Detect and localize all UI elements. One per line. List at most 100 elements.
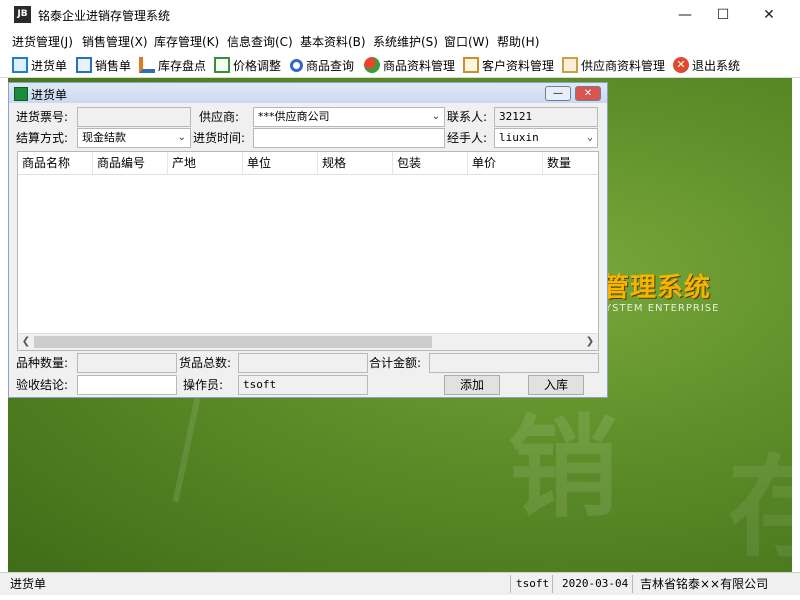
toolbar-product-data-button[interactable]: 商品资料管理: [364, 55, 455, 75]
toolbar-price-adjust-button[interactable]: 价格调整: [214, 55, 281, 75]
purchase-order-window: 进货单 — ✕ 进货票号: 供应商: ***供应商公司 ⌄ 联系人: 32121…: [8, 82, 608, 398]
child-minimize-button[interactable]: —: [545, 86, 571, 101]
chevron-down-icon: ⌄: [177, 132, 186, 143]
horizontal-scrollbar[interactable]: ❮ ❯: [18, 333, 598, 350]
supplier-select[interactable]: ***供应商公司 ⌄: [253, 107, 445, 127]
menu-sales[interactable]: 销售管理(X): [82, 33, 148, 50]
column-header[interactable]: 单价: [468, 152, 543, 174]
status-current-form: 进货单: [10, 577, 47, 591]
scrollbar-thumb[interactable]: [34, 336, 432, 348]
app-icon: JB: [14, 6, 31, 23]
column-header[interactable]: 单位: [243, 152, 318, 174]
toolbar-label: 商品资料管理: [383, 58, 456, 73]
goods-table[interactable]: 商品名称 商品编号 产地 单位 规格 包装 单价 数量 ❮ ❯: [17, 151, 599, 351]
background-decoration: 存: [728, 443, 792, 572]
supplier-label: 供应商:: [199, 110, 240, 124]
menu-inventory[interactable]: 库存管理(K): [154, 33, 219, 50]
toolbar-label: 商品查询: [306, 58, 355, 73]
supplier-data-icon: [562, 57, 578, 73]
chevron-down-icon: ⌄: [586, 132, 593, 143]
toolbar-customer-data-button[interactable]: 客户资料管理: [463, 55, 554, 75]
acceptance-label: 验收结论:: [16, 378, 69, 392]
column-header[interactable]: 包装: [393, 152, 468, 174]
purchase-order-window-titlebar[interactable]: 进货单 — ✕: [9, 83, 607, 103]
toolbar-label: 退出系统: [692, 58, 741, 73]
invoice-no-label: 进货票号:: [16, 110, 69, 124]
chevron-right-icon[interactable]: ❯: [582, 334, 598, 350]
column-header[interactable]: 商品名称: [18, 152, 93, 174]
settlement-label: 结算方式:: [16, 131, 69, 145]
product-data-icon: [364, 57, 380, 73]
contact-label: 联系人:: [447, 110, 488, 124]
customer-data-icon: [463, 57, 479, 73]
settlement-select-value: 现金结款: [82, 131, 126, 144]
purchase-time-label: 进货时间:: [193, 131, 246, 145]
price-adjust-icon: [214, 57, 230, 73]
chevron-down-icon: ⌄: [431, 111, 440, 122]
operator-label: 操作员:: [183, 378, 224, 392]
close-button[interactable]: ✕: [746, 0, 792, 30]
toolbar-supplier-data-button[interactable]: 供应商资料管理: [562, 55, 665, 75]
total-amount-label: 合计金额:: [369, 356, 422, 370]
column-header[interactable]: 商品编号: [93, 152, 168, 174]
handler-select[interactable]: liuxin ⌄: [494, 128, 598, 148]
status-separator: [510, 575, 511, 593]
add-button[interactable]: 添加: [444, 375, 500, 395]
toolbar-label: 供应商资料管理: [581, 58, 666, 73]
menu-bar: 进货管理(J) 销售管理(X) 库存管理(K) 信息查询(C) 基本资料(B) …: [0, 30, 800, 52]
status-bar: 进货单 tsoft 2020-03-04 吉林省铭泰××有限公司: [0, 572, 800, 595]
exit-icon: ✕: [673, 57, 689, 73]
status-separator: [632, 575, 633, 593]
menu-system[interactable]: 系统维护(S): [373, 33, 438, 50]
toolbar-sales-order-button[interactable]: 销售单: [76, 55, 131, 75]
status-date: 2020-03-04: [562, 577, 629, 590]
stock-in-button[interactable]: 入库: [528, 375, 584, 395]
menu-purchase[interactable]: 进货管理(J): [12, 33, 73, 50]
column-header[interactable]: 规格: [318, 152, 393, 174]
window-title: 铭泰企业进销存管理系统: [38, 9, 171, 23]
toolbar: 进货单 销售单 库存盘点 价格调整 商品查询 商品资料管理 客户资料管理 供应商…: [0, 52, 800, 78]
background-decoration: 销: [508, 403, 618, 532]
goods-table-header: 商品名称 商品编号 产地 单位 规格 包装 单价 数量: [18, 152, 598, 175]
toolbar-exit-button[interactable]: ✕ 退出系统: [673, 55, 740, 75]
toolbar-label: 价格调整: [233, 58, 282, 73]
menu-query[interactable]: 信息查询(C): [227, 33, 293, 50]
column-header[interactable]: 数量: [543, 152, 598, 174]
toolbar-label: 销售单: [95, 58, 132, 73]
toolbar-label: 库存盘点: [158, 58, 207, 73]
purchase-time-field[interactable]: [253, 128, 445, 148]
total-amount-field: [429, 353, 599, 373]
menu-help[interactable]: 帮助(H): [497, 33, 539, 50]
purchase-order-icon: [14, 87, 28, 101]
menu-window[interactable]: 窗口(W): [444, 33, 489, 50]
chevron-left-icon[interactable]: ❮: [18, 334, 34, 350]
contact-field[interactable]: 32121: [494, 107, 598, 127]
supplier-select-value: ***供应商公司: [258, 110, 330, 123]
background-logo-subtitle: YSTEM ENTERPRISE: [605, 303, 720, 314]
handler-select-value: liuxin: [499, 131, 539, 144]
toolbar-label: 进货单: [31, 58, 68, 73]
menu-basic-data[interactable]: 基本资料(B): [300, 33, 366, 50]
toolbar-product-search-button[interactable]: 商品查询: [290, 55, 354, 75]
purchase-order-window-title: 进货单: [31, 88, 68, 102]
toolbar-label: 客户资料管理: [482, 58, 555, 73]
total-qty-field: [238, 353, 368, 373]
status-separator: [552, 575, 553, 593]
variety-count-label: 品种数量:: [16, 356, 69, 370]
acceptance-field[interactable]: [77, 375, 177, 395]
invoice-no-field[interactable]: [77, 107, 191, 127]
total-qty-label: 货品总数:: [179, 356, 232, 370]
sales-order-icon: [76, 57, 92, 73]
purchase-order-icon: [12, 57, 28, 73]
maximize-button[interactable]: ☐: [700, 0, 746, 30]
toolbar-inventory-check-button[interactable]: 库存盘点: [139, 55, 206, 75]
operator-field: tsoft: [238, 375, 368, 395]
status-company: 吉林省铭泰××有限公司: [640, 577, 769, 591]
toolbar-purchase-order-button[interactable]: 进货单: [12, 55, 67, 75]
settlement-select[interactable]: 现金结款 ⌄: [77, 128, 191, 148]
handler-label: 经手人:: [447, 131, 488, 145]
background-logo-text: 管理系统: [603, 273, 712, 303]
column-header[interactable]: 产地: [168, 152, 243, 174]
product-search-icon: [290, 58, 303, 72]
child-close-button[interactable]: ✕: [575, 86, 601, 101]
